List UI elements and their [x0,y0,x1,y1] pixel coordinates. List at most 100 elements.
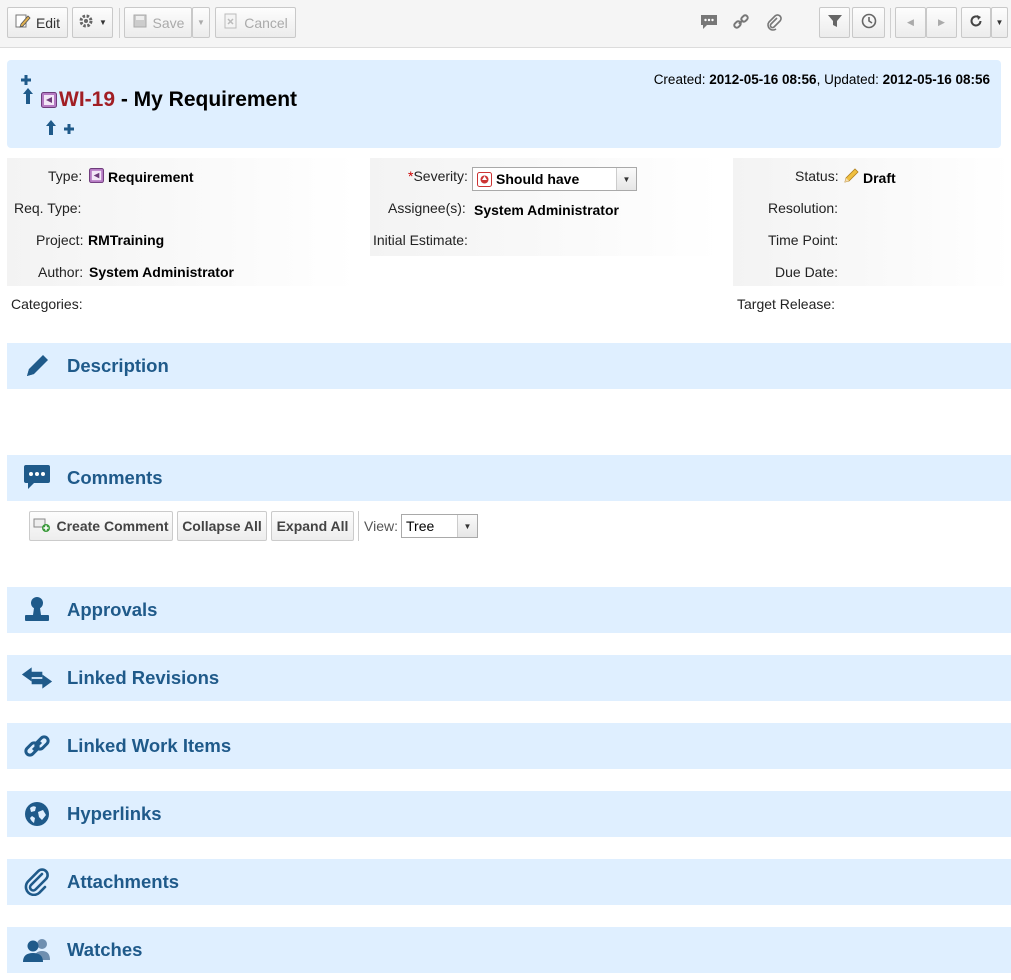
parent-arrow-icon[interactable] [21,87,35,105]
section-title: Comments [67,467,163,488]
previous-button[interactable]: ◀ [895,7,926,38]
requirement-type-icon [89,168,104,186]
edit-label: Edit [35,14,61,31]
section-title: Attachments [67,871,180,892]
gear-icon [78,13,94,32]
section-approvals[interactable]: Approvals [7,587,1011,633]
add-child-icon[interactable] [63,122,75,134]
paperclip-icon [21,867,53,897]
collapse-all-button[interactable]: Collapse All [177,511,267,541]
view-label: View: [364,518,398,534]
toolbar-divider [890,8,891,38]
section-linked-work-items[interactable]: Linked Work Items [7,723,1011,769]
child-arrow-icon[interactable] [44,119,58,136]
toolbar: Edit ▼ Save ▼ Cancel ◀ ▶ ▼ [0,0,1011,48]
created-value: 2012-05-16 08:56 [709,72,817,87]
cancel-icon [223,13,239,32]
toolbar-divider [358,511,359,541]
swap-arrows-icon [21,663,53,693]
save-options-button[interactable]: ▼ [192,7,210,38]
users-icon [21,935,53,965]
create-comment-label: Create Comment [56,518,169,534]
resolution-label: Resolution: [768,200,839,216]
caret-down-icon: ▼ [197,18,205,27]
actions-menu-button[interactable]: ▼ [72,7,113,38]
work-item-title: - My Requirement [115,88,298,111]
history-button[interactable] [852,7,885,38]
initial-estimate-label: Initial Estimate: [373,232,468,248]
time-point-label: Time Point: [768,232,839,248]
section-watches[interactable]: Watches [7,927,1011,973]
next-icon: ▶ [938,17,945,27]
cancel-button[interactable]: Cancel [215,7,296,38]
pencil-icon [843,168,859,187]
globe-icon [21,799,53,829]
status-text: Draft [863,169,896,186]
refresh-options-button[interactable]: ▼ [991,7,1008,38]
severity-icon [477,171,492,187]
assignees-value[interactable]: System Administrator [474,202,619,218]
section-title: Watches [67,939,143,960]
requirement-type-icon [41,92,57,108]
approval-stamp-icon [21,595,53,625]
toolbar-divider [119,8,120,38]
next-button[interactable]: ▶ [926,7,957,38]
section-title: Linked Work Items [67,735,232,756]
section-linked-revisions[interactable]: Linked Revisions [7,655,1011,701]
project-value[interactable]: RMTraining [88,232,164,248]
attachment-icon[interactable] [762,10,786,34]
updated-label: Updated: [824,72,879,87]
due-date-label: Due Date: [775,264,839,280]
save-button[interactable]: Save [124,7,192,38]
chevron-down-icon: ▼ [457,515,477,537]
type-value[interactable]: Requirement [89,168,194,186]
create-comment-button[interactable]: Create Comment [29,511,173,541]
type-label: Type: [48,168,83,184]
severity-select[interactable]: Should have ▼ [472,167,637,191]
section-title: Hyperlinks [67,803,162,824]
caret-down-icon: ▼ [99,18,107,27]
edit-button[interactable]: Edit [7,7,68,38]
caret-down-icon: ▼ [995,18,1004,27]
author-value[interactable]: System Administrator [89,264,234,280]
page-title: WI-19 - My Requirement [59,88,297,112]
updated-value: 2012-05-16 08:56 [882,72,990,87]
refresh-button[interactable] [961,7,991,38]
add-comment-icon [33,517,51,536]
severity-value: Should have [496,171,580,187]
save-label: Save [152,14,185,31]
add-parent-icon[interactable] [20,73,32,85]
filter-button[interactable] [819,7,850,38]
status-value[interactable]: Draft [843,168,896,187]
save-icon [132,13,148,32]
req-type-label: Req. Type: [14,200,82,216]
comments-icon [21,463,53,493]
section-comments[interactable]: Comments [7,455,1011,501]
work-item-header: WI-19 - My Requirement Created: 2012-05-… [7,60,1001,148]
target-release-label: Target Release: [737,296,836,312]
project-label: Project: [36,232,84,248]
severity-label-text: Severity: [413,168,468,184]
expand-all-label: Expand All [276,518,349,534]
section-title: Approvals [67,599,158,620]
assignees-label: Assignee(s): [388,200,466,216]
history-icon [861,13,877,32]
view-select[interactable]: Tree ▼ [401,514,478,538]
section-title: Linked Revisions [67,667,220,688]
collapse-all-label: Collapse All [182,518,262,534]
chain-link-icon [21,731,53,761]
work-item-id[interactable]: WI-19 [59,88,115,111]
link-icon[interactable] [729,10,753,34]
severity-label: *Severity: [408,168,468,184]
timestamps: Created: 2012-05-16 08:56, Updated: 2012… [654,72,990,87]
categories-label: Categories: [11,296,83,312]
section-attachments[interactable]: Attachments [7,859,1011,905]
section-description[interactable]: Description [7,343,1011,389]
created-label: Created: [653,72,706,87]
section-hyperlinks[interactable]: Hyperlinks [7,791,1011,837]
view-value: Tree [406,518,435,534]
expand-all-button[interactable]: Expand All [271,511,354,541]
comment-icon[interactable] [697,10,721,34]
section-title: Description [67,355,169,376]
cancel-label: Cancel [244,14,288,31]
